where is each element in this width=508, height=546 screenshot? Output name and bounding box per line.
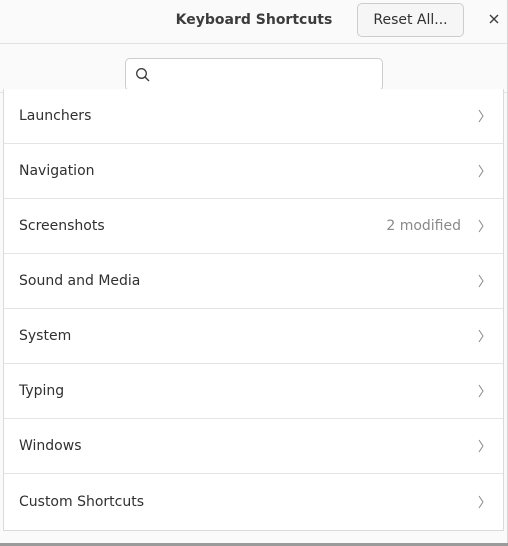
category-row-typing[interactable]: Typing [4,364,503,419]
chevron-right-icon [478,384,484,398]
category-label: Windows [19,438,82,454]
keyboard-shortcuts-dialog: Keyboard Shortcuts Reset All... Launcher… [0,0,508,546]
category-label: Sound and Media [19,273,141,289]
chevron-right-icon [478,495,484,508]
category-label: Navigation [19,163,95,179]
category-row-sound-and-media[interactable]: Sound and Media [4,254,503,309]
search-field[interactable] [125,58,383,91]
category-label: Custom Shortcuts [19,493,145,510]
category-label: Typing [19,383,65,399]
search-icon [136,68,150,82]
category-row-system[interactable]: System [4,309,503,364]
header-bar: Keyboard Shortcuts Reset All... [0,0,507,44]
category-row-launchers[interactable]: Launchers [4,89,503,144]
close-button[interactable] [484,9,504,29]
category-row-navigation[interactable]: Navigation [4,144,503,199]
category-row-screenshots[interactable]: Screenshots 2 modified [4,199,503,254]
search-input[interactable] [156,59,376,90]
category-label: Launchers [19,108,92,124]
chevron-right-icon [478,219,484,233]
chevron-right-icon [478,274,484,288]
category-row-custom-shortcuts[interactable]: Custom Shortcuts [4,474,503,529]
search-bar [0,44,507,93]
shortcut-category-list: Launchers Navigation Screenshots 2 modif… [3,89,504,531]
reset-all-button[interactable]: Reset All... [357,3,464,37]
category-label: System [19,328,72,344]
chevron-right-icon [478,164,484,178]
chevron-right-icon [478,439,484,453]
category-label: Screenshots [19,218,105,234]
chevron-right-icon [478,109,484,123]
close-icon [489,14,499,24]
modified-count: 2 modified [386,218,461,234]
chevron-right-icon [478,329,484,343]
category-row-windows[interactable]: Windows [4,419,503,474]
